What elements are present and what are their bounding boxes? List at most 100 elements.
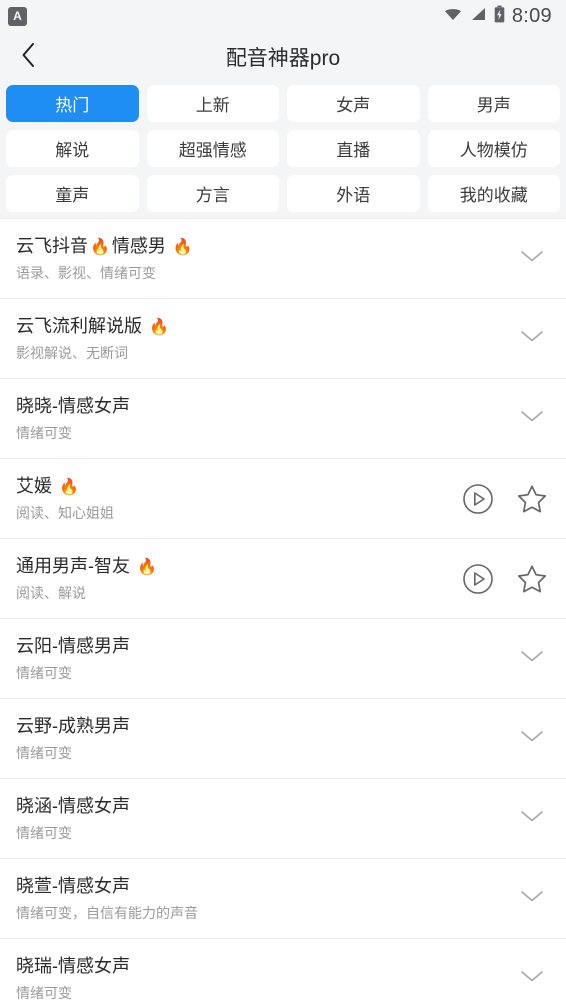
battery-icon: [494, 5, 505, 28]
chevron-left-icon: [20, 41, 37, 74]
tab-label: 上新: [195, 96, 230, 115]
page-title: 配音神器pro: [225, 47, 341, 70]
expand-button[interactable]: [512, 808, 552, 829]
voice-row[interactable]: 晓萱-情感女声情绪可变，自信有能力的声音: [0, 859, 566, 939]
voice-subtitle: 情绪可变，自信有能力的声音: [16, 904, 198, 921]
tab-12[interactable]: 我的收藏: [427, 175, 560, 212]
voice-title: 晓涵-情感女声: [16, 795, 512, 818]
voice-title: 晓萱-情感女声: [16, 875, 512, 898]
voice-title-main: 云飞抖音: [16, 236, 88, 257]
chevron-down-icon: [519, 648, 545, 669]
voice-row[interactable]: 通用男声-智友 🔥 阅读、解说: [0, 539, 566, 619]
tab-10[interactable]: 方言: [146, 175, 279, 212]
chevron-down-icon: [519, 808, 545, 829]
app-badge-icon: A: [8, 6, 27, 26]
tab-label: 童声: [55, 186, 90, 205]
voice-row[interactable]: 云飞抖音 🔥 情感男 🔥 语录、影视、情绪可变: [0, 219, 566, 299]
voice-row-text: 艾媛 🔥 阅读、知心姐姐: [16, 475, 462, 522]
voice-row[interactable]: 云野-成熟男声 情绪可变: [0, 699, 566, 779]
voice-title-main: 晓瑞-情感女声: [16, 956, 130, 977]
voice-row-text: 晓瑞-情感女声情绪可变: [16, 955, 512, 1001]
wifi-icon: [443, 6, 463, 27]
expand-button[interactable]: [512, 888, 552, 909]
app-badge-letter: A: [13, 9, 22, 23]
voice-title-main: 通用男声-智友: [16, 556, 130, 577]
voice-subtitle: 影视解说、无断词: [16, 345, 128, 362]
play-button[interactable]: [462, 483, 494, 515]
voice-title: 晓瑞-情感女声: [16, 955, 512, 978]
voice-subtitle: 情绪可变: [16, 664, 72, 681]
status-clock: 8:09: [511, 4, 552, 27]
voice-row[interactable]: 云阳-情感男声情绪可变: [0, 619, 566, 699]
flame-icon: 🔥: [149, 319, 169, 337]
voice-subtitle: 阅读、知心姐姐: [16, 505, 114, 522]
tab-3[interactable]: 女声: [287, 85, 420, 122]
back-button[interactable]: [0, 32, 56, 82]
tab-4[interactable]: 男声: [427, 85, 560, 122]
favorite-star-button[interactable]: [516, 483, 548, 515]
app-header: 配音神器pro: [0, 32, 566, 82]
tab-label: 我的收藏: [459, 186, 528, 205]
voice-row-text: 晓涵-情感女声情绪可变: [16, 795, 512, 841]
tab-11[interactable]: 外语: [287, 175, 420, 212]
voice-subtitle: 情绪可变: [16, 984, 72, 1001]
flame-icon: 🔥: [90, 239, 110, 257]
tab-label: 解说: [55, 141, 90, 160]
voice-title-main: 云野-成熟男声: [16, 716, 130, 737]
voice-subtitle: 情绪可变: [16, 824, 72, 841]
category-tabs: 热门 上新 女声 男声解说 超强情感 直播 人物模仿童声 方言 外语 我的收藏: [0, 82, 566, 218]
expand-button[interactable]: [512, 248, 552, 269]
expand-button[interactable]: [512, 328, 552, 349]
voice-title-main: 艾媛: [16, 476, 52, 497]
voice-title: 通用男声-智友 🔥: [16, 555, 462, 578]
tab-label: 超强情感: [178, 141, 247, 160]
voice-subtitle: 语录、影视、情绪可变: [16, 265, 156, 282]
voice-row-text: 云阳-情感男声情绪可变: [16, 635, 512, 681]
voice-title: 云飞抖音 🔥 情感男 🔥: [16, 235, 512, 258]
tab-5[interactable]: 解说: [6, 130, 139, 167]
expand-button[interactable]: [512, 968, 552, 989]
chevron-down-icon: [519, 248, 545, 269]
status-bar-left: A: [8, 6, 27, 26]
status-bar-right: 8:09: [443, 5, 552, 28]
expand-button[interactable]: [512, 648, 552, 669]
voice-row[interactable]: 晓瑞-情感女声情绪可变: [0, 939, 566, 1006]
tab-label: 女声: [336, 96, 371, 115]
tab-7[interactable]: 直播: [287, 130, 420, 167]
voice-row-text: 云飞流利解说版 🔥 影视解说、无断词: [16, 315, 512, 362]
voice-title-main: 晓萱-情感女声: [16, 876, 130, 897]
tab-label: 男声: [476, 96, 511, 115]
voice-list: 云飞抖音 🔥 情感男 🔥 语录、影视、情绪可变 云飞流利解说版 🔥 影视解说、无断词 晓晓-情感…: [0, 218, 566, 1006]
voice-row-text: 通用男声-智友 🔥 阅读、解说: [16, 555, 462, 602]
tab-8[interactable]: 人物模仿: [427, 130, 560, 167]
expand-button[interactable]: [512, 728, 552, 749]
tab-label: 外语: [336, 186, 371, 205]
expand-button[interactable]: [512, 408, 552, 429]
chevron-down-icon: [519, 888, 545, 909]
voice-row-text: 云野-成熟男声 情绪可变: [16, 715, 512, 761]
voice-title: 云野-成熟男声: [16, 715, 512, 738]
play-button[interactable]: [462, 563, 494, 595]
voice-title: 晓晓-情感女声: [16, 395, 512, 418]
voice-title-main: 晓涵-情感女声: [16, 796, 130, 817]
tab-label: 直播: [336, 141, 371, 160]
voice-row[interactable]: 晓涵-情感女声情绪可变: [0, 779, 566, 859]
chevron-down-icon: [519, 728, 545, 749]
voice-row-text: 云飞抖音 🔥 情感男 🔥 语录、影视、情绪可变: [16, 235, 512, 282]
voice-row[interactable]: 晓晓-情感女声 情绪可变: [0, 379, 566, 459]
tab-9[interactable]: 童声: [6, 175, 139, 212]
voice-row-actions: [462, 563, 552, 595]
tab-2[interactable]: 上新: [146, 85, 279, 122]
voice-row-actions: [462, 483, 552, 515]
voice-subtitle: 阅读、解说: [16, 585, 86, 602]
flame-icon: 🔥: [137, 559, 157, 577]
tab-label: 方言: [195, 186, 230, 205]
tab-6[interactable]: 超强情感: [146, 130, 279, 167]
favorite-star-button[interactable]: [516, 563, 548, 595]
voice-row[interactable]: 艾媛 🔥 阅读、知心姐姐: [0, 459, 566, 539]
tab-1[interactable]: 热门: [6, 85, 139, 122]
voice-title: 云阳-情感男声: [16, 635, 512, 658]
voice-row[interactable]: 云飞流利解说版 🔥 影视解说、无断词: [0, 299, 566, 379]
signal-icon: [470, 6, 487, 27]
flame-icon: 🔥: [59, 479, 79, 497]
